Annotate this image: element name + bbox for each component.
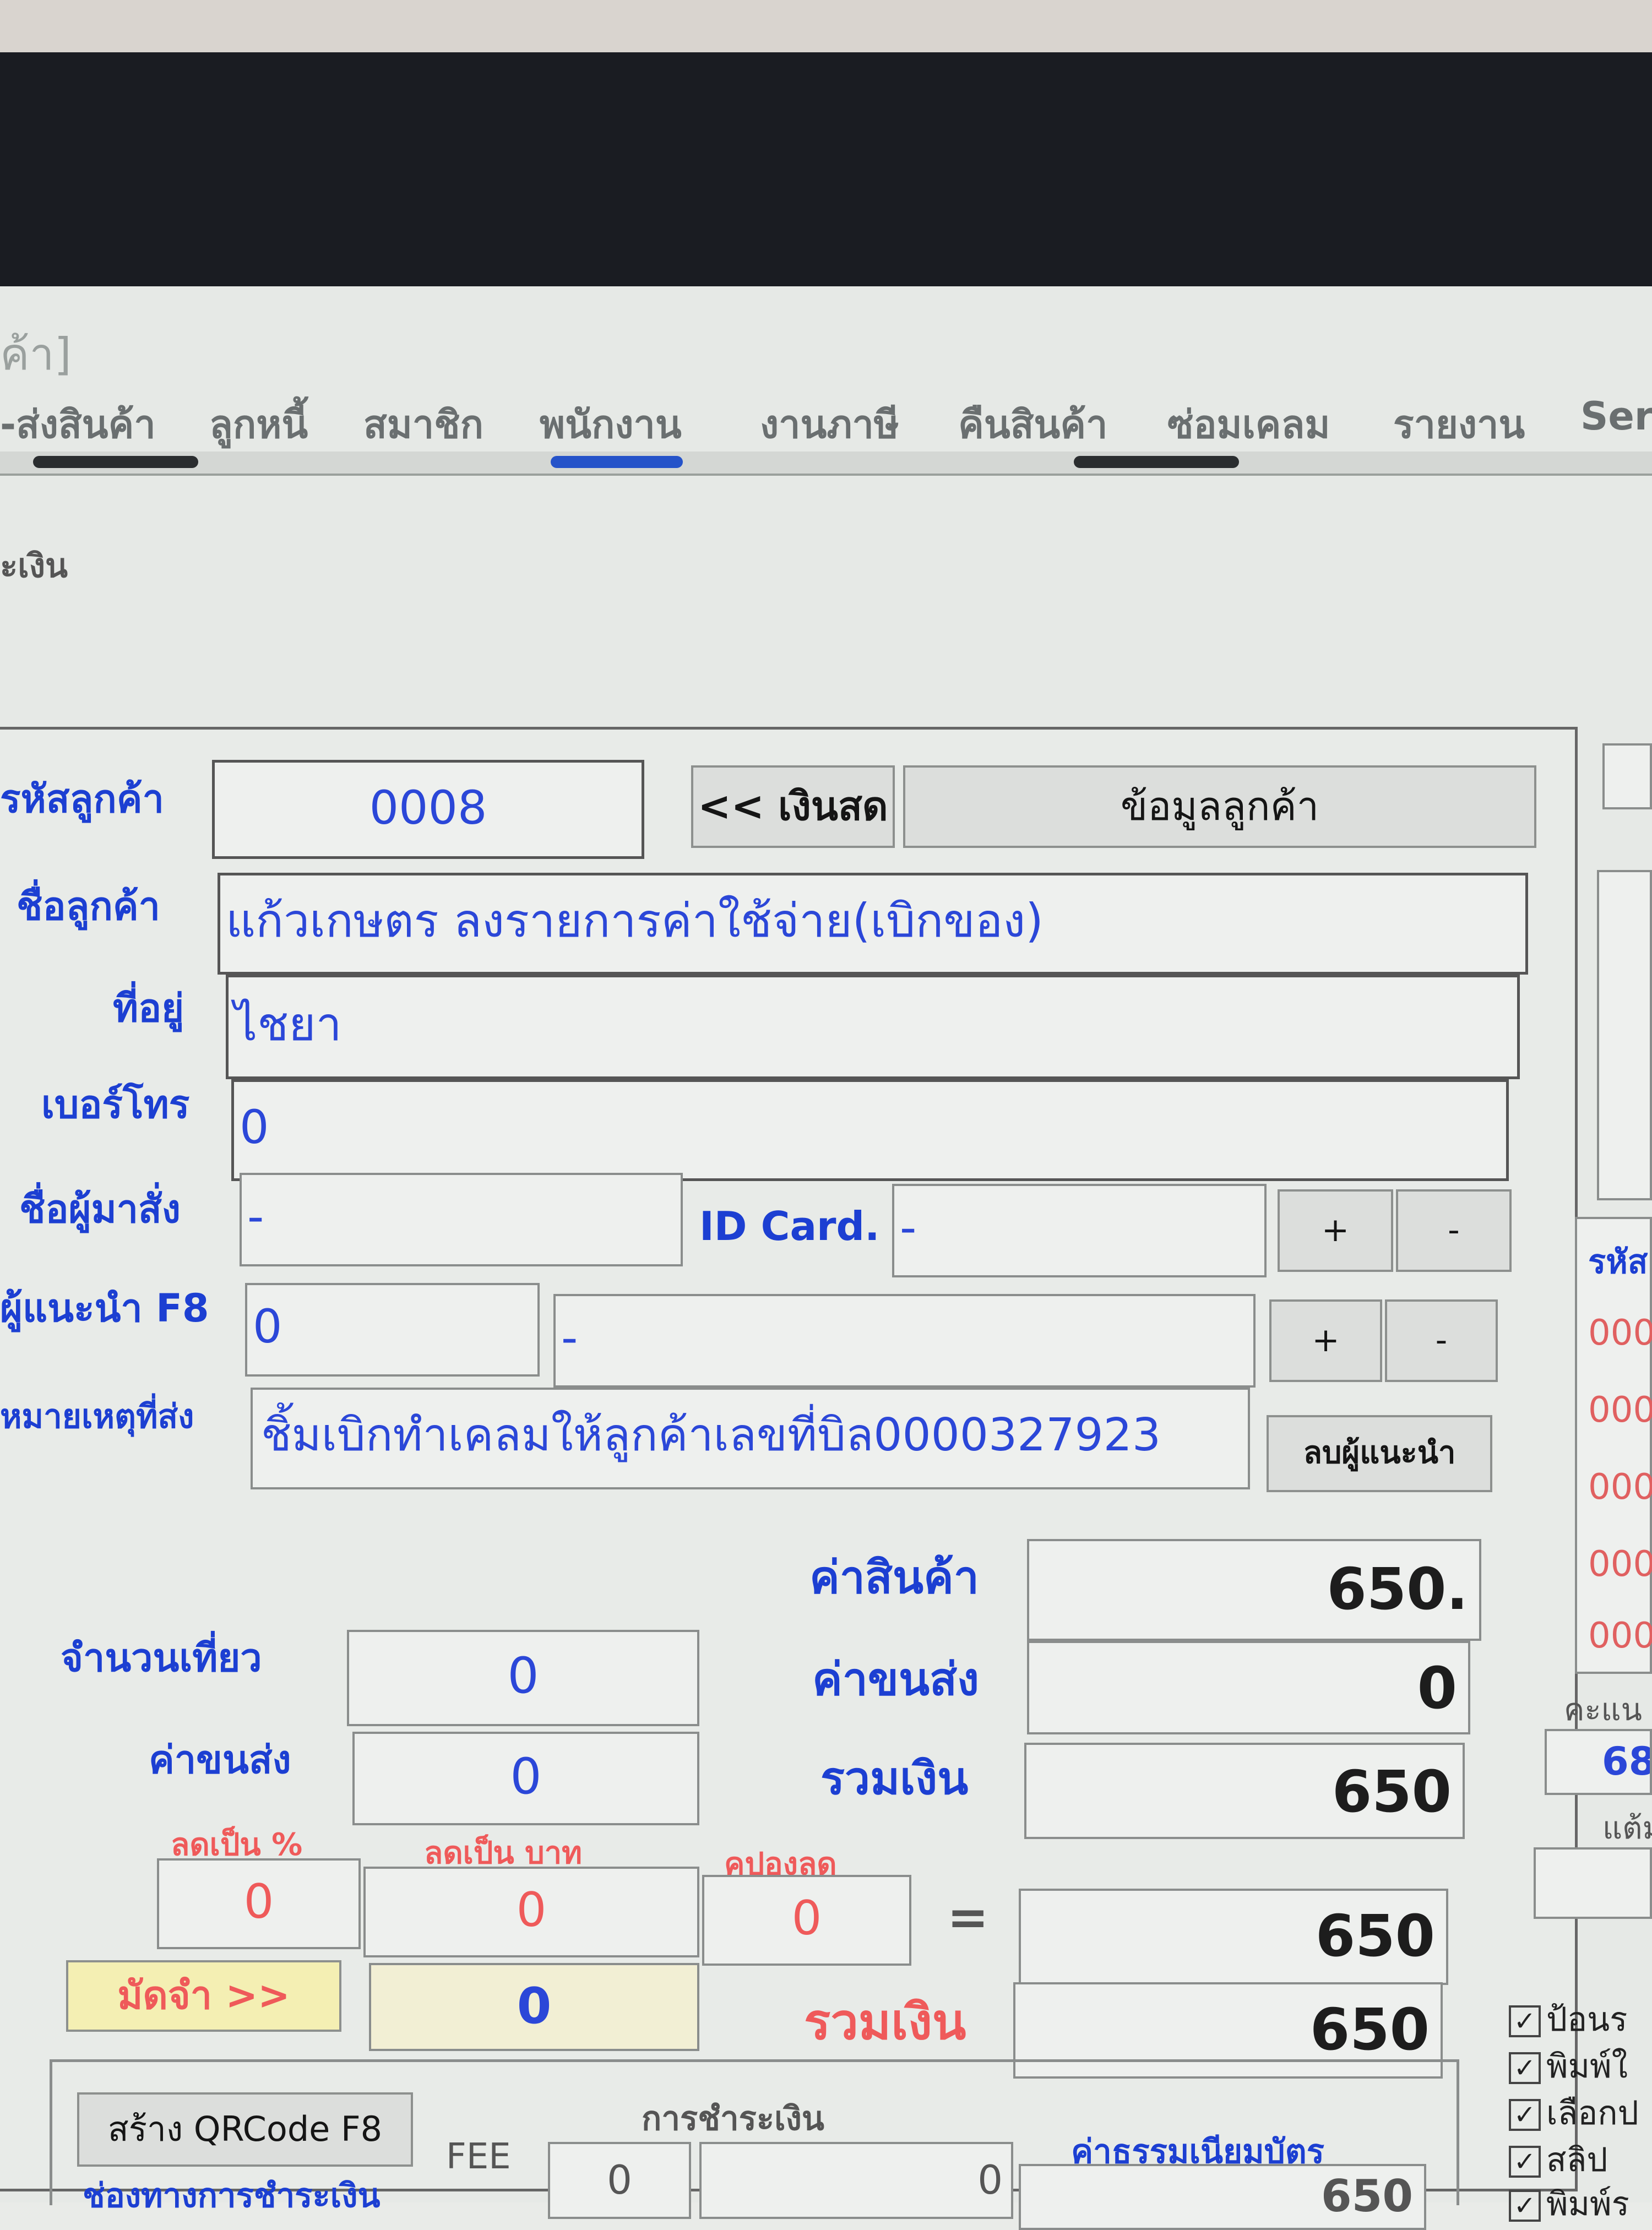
menu-item-debtors[interactable]: ลูกหนี้ xyxy=(209,394,308,455)
menu-item-members[interactable]: สมาชิก xyxy=(363,394,483,455)
toolbar-icon[interactable] xyxy=(33,456,198,468)
referrer-name-field[interactable]: - xyxy=(553,1294,1256,1388)
discount-baht-field[interactable]: 0 xyxy=(363,1867,699,1957)
section-title: ะเงิน xyxy=(0,547,68,585)
shipping-cost-field[interactable]: 0 xyxy=(352,1732,699,1825)
card-fee-field: 650 xyxy=(1019,2164,1426,2230)
equals-sign: = xyxy=(947,1889,989,1946)
create-qrcode-button[interactable]: สร้าง QRCode F8 xyxy=(77,2092,413,2167)
phone-label: เบอร์โทร xyxy=(41,1082,190,1127)
address-field[interactable]: ไชยา xyxy=(226,975,1520,1079)
referrer-remove-button[interactable]: - xyxy=(1385,1299,1498,1382)
option-label: เลือกป xyxy=(1546,2094,1639,2133)
option-checkbox-5[interactable]: ✓ พิมพ์ร xyxy=(1509,2178,1629,2230)
referrer-add-button[interactable]: + xyxy=(1269,1299,1382,1382)
menu-item-reports[interactable]: รายงาน xyxy=(1393,394,1525,455)
payment-section-label: การชำระเงิน xyxy=(642,2100,824,2138)
menu-item-employees[interactable]: พนักงาน xyxy=(540,394,682,455)
coupon-field[interactable]: 0 xyxy=(702,1875,911,1966)
referrer-label: ผู้แนะนำ F8 xyxy=(0,1286,209,1331)
option-checkbox-1[interactable]: ✓ ป้อนร xyxy=(1509,1993,1627,2046)
fee-label: FEE xyxy=(446,2136,511,2177)
note-label: หมายเหตุที่ส่ง xyxy=(0,1397,194,1436)
goods-total-field: 650. xyxy=(1027,1539,1481,1641)
idcard-label: ID Card. xyxy=(699,1203,880,1249)
customer-code-label: รหัสลูกค้า xyxy=(0,776,164,822)
trips-label: จำนวนเที่ยว xyxy=(61,1635,262,1680)
idcard-field[interactable]: - xyxy=(892,1184,1267,1277)
customer-name-label: ชื่อลูกค้า xyxy=(17,884,160,929)
checkbox-icon[interactable]: ✓ xyxy=(1509,2099,1541,2131)
net-total-field: 650 xyxy=(1019,1889,1448,1985)
menu-item-tax[interactable]: งานภาษี xyxy=(760,394,899,455)
points-label: คะแน xyxy=(1564,1692,1642,1728)
sum-label: รวมเงิน xyxy=(820,1753,969,1805)
option-checkbox-3[interactable]: ✓ เลือกป xyxy=(1509,2087,1639,2139)
phone-field[interactable]: 0 xyxy=(231,1079,1509,1181)
option-label: พิมพ์ร xyxy=(1546,2185,1629,2223)
side-button[interactable] xyxy=(1602,743,1652,809)
deposit-button[interactable]: มัดจำ >> xyxy=(66,1960,341,2032)
code-list-panel: รหัส 000 000 000 000 000 xyxy=(1575,1217,1652,1674)
toolbar-icon[interactable] xyxy=(551,456,683,468)
payment-channel-label: ช่องทางการชำระเงิน xyxy=(83,2177,381,2215)
customer-code-field[interactable]: 0008 xyxy=(212,760,644,859)
option-label: สลิป xyxy=(1546,2141,1608,2179)
shipping-total-field: 0 xyxy=(1027,1641,1470,1734)
deposit-field[interactable]: 0 xyxy=(369,1963,699,2051)
window-title: ค้า] xyxy=(0,319,1652,380)
cash-button[interactable]: << เงินสด xyxy=(691,765,895,848)
points-sub-field[interactable] xyxy=(1534,1847,1652,1919)
code-list-header: รหัส xyxy=(1588,1243,1648,1281)
note-field[interactable]: ชิ้มเบิกทำเคลมให้ลูกค้าเลขที่บิล00003279… xyxy=(251,1388,1250,1489)
orderer-label: ชื่อผู้มาสั่ง xyxy=(19,1187,181,1232)
code-list-item[interactable]: 000 xyxy=(1588,1390,1652,1431)
code-list-item[interactable]: 000 xyxy=(1588,1616,1652,1656)
toolbar-icon[interactable] xyxy=(1074,456,1239,468)
checkbox-icon[interactable]: ✓ xyxy=(1509,2052,1541,2085)
options-panel: ✓ ป้อนร ✓ พิมพ์ใ ✓ เลือกป ✓ สลิป ✓ พิมพ์ร xyxy=(1498,1971,1652,2223)
sum-field: 650 xyxy=(1024,1743,1465,1839)
remove-referrer-button[interactable]: ลบผู้แนะนำ xyxy=(1267,1415,1492,1492)
idcard-remove-button[interactable]: - xyxy=(1396,1189,1512,1272)
checkbox-icon[interactable]: ✓ xyxy=(1509,2146,1541,2178)
customer-name-field[interactable]: แก้วเกษตร ลงรายการค่าใช้จ่าย(เบิกของ) xyxy=(218,873,1528,975)
customer-info-button[interactable]: ข้อมูลลูกค้า xyxy=(903,765,1536,848)
option-label: ป้อนร xyxy=(1546,2000,1628,2039)
menu-item-ser[interactable]: Ser xyxy=(1580,394,1652,439)
option-checkbox-2[interactable]: ✓ พิมพ์ใ xyxy=(1509,2040,1628,2092)
points-sub-label: แต้ม xyxy=(1602,1810,1652,1846)
code-list-item[interactable]: 000 xyxy=(1588,1313,1652,1353)
orderer-field[interactable]: - xyxy=(240,1173,683,1266)
menu-item-delivery[interactable]: -ส่งสินค้า xyxy=(0,394,156,455)
menu-item-claims[interactable]: ซ่อมเคลม xyxy=(1167,394,1330,455)
code-list-item[interactable]: 000 xyxy=(1588,1544,1652,1585)
shipping-label-right: ค่าขนส่ง xyxy=(812,1654,980,1706)
trips-field[interactable]: 0 xyxy=(347,1630,699,1726)
points-field: 68 xyxy=(1545,1729,1652,1795)
toolbar xyxy=(0,452,1652,476)
grand-total-label: รวมเงิน xyxy=(804,1993,966,2051)
menu-bar: -ส่งสินค้า ลูกหนี้ สมาชิก พนักงาน งานภาษ… xyxy=(0,383,1652,455)
payment-amount-field[interactable]: 0 xyxy=(699,2142,1013,2219)
background-desk xyxy=(0,0,1652,52)
side-panel-top xyxy=(1597,870,1652,1200)
monitor-bezel xyxy=(0,52,1652,286)
option-label: พิมพ์ใ xyxy=(1546,2047,1628,2086)
idcard-add-button[interactable]: + xyxy=(1278,1189,1393,1272)
code-list-item[interactable]: 000 xyxy=(1588,1467,1652,1508)
checkbox-icon[interactable]: ✓ xyxy=(1509,2190,1541,2222)
goods-total-label: ค่าสินค้า xyxy=(809,1552,979,1604)
referrer-code-field[interactable]: 0 xyxy=(245,1283,540,1377)
menu-item-returns[interactable]: คืนสินค้า xyxy=(958,394,1107,455)
shipping-label-left: ค่าขนส่ง xyxy=(149,1737,291,1782)
fee-field[interactable]: 0 xyxy=(548,2142,691,2219)
checkbox-icon[interactable]: ✓ xyxy=(1509,2005,1541,2038)
address-label: ที่อยู่ xyxy=(113,986,184,1031)
window-title-text: ค้า] xyxy=(0,329,72,380)
discount-percent-field[interactable]: 0 xyxy=(157,1858,361,1949)
